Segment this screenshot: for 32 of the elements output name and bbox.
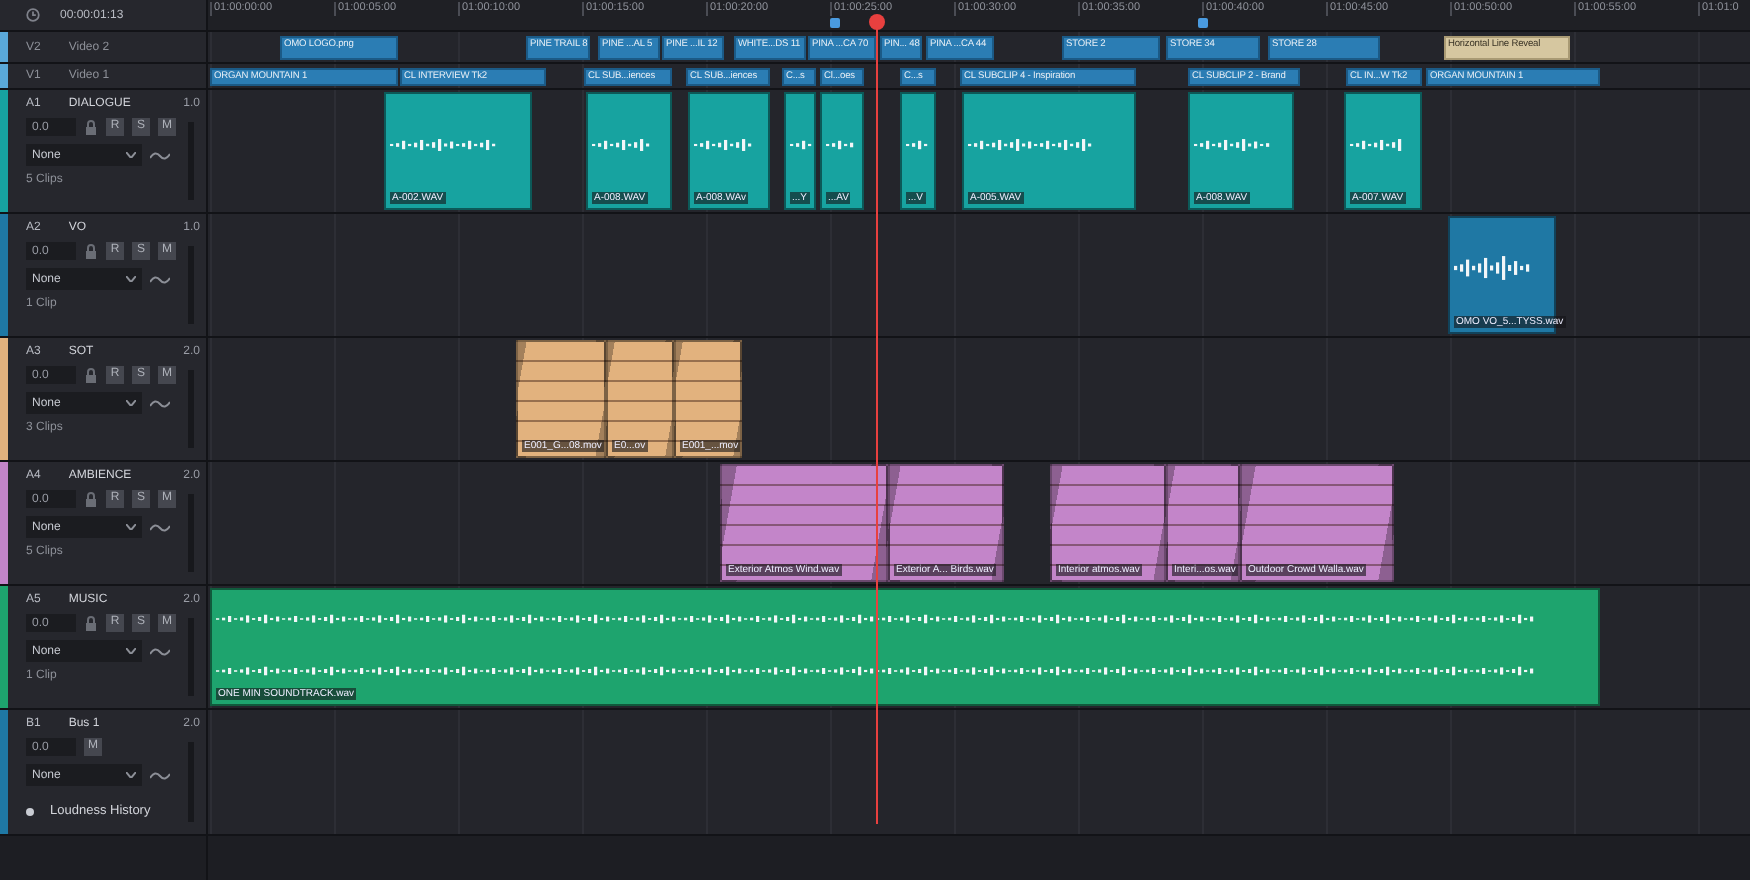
lock-icon[interactable] <box>84 367 98 383</box>
waveform-drawing <box>592 138 652 152</box>
caret-icon <box>126 400 136 406</box>
curve-icon[interactable] <box>150 397 170 409</box>
curve-icon[interactable] <box>150 273 170 285</box>
curve-icon[interactable] <box>150 645 170 657</box>
lock-icon[interactable] <box>84 119 98 135</box>
waveform-drawing <box>694 138 754 152</box>
waveform-drawing <box>968 138 1094 152</box>
waveform-drawing <box>390 138 498 152</box>
dot-icon <box>26 807 34 815</box>
waveform-drawing <box>826 138 856 152</box>
caret-icon <box>126 276 136 282</box>
lock-icon[interactable] <box>84 615 98 631</box>
waveform-drawing <box>1194 138 1272 152</box>
waveform-drawing <box>1350 138 1404 152</box>
lock-icon[interactable] <box>84 491 98 507</box>
caret-icon <box>126 772 136 778</box>
clock-icon <box>26 8 40 22</box>
marker-icon[interactable] <box>1198 18 1208 28</box>
lock-icon[interactable] <box>84 243 98 259</box>
curve-icon[interactable] <box>150 149 170 161</box>
waveform-drawing <box>906 138 930 152</box>
caret-icon <box>126 648 136 654</box>
waveform-drawing <box>790 138 814 152</box>
curve-icon[interactable] <box>150 521 170 533</box>
playhead[interactable] <box>868 14 886 824</box>
curve-icon[interactable] <box>150 769 170 781</box>
caret-icon <box>126 524 136 530</box>
caret-icon <box>126 152 136 158</box>
marker-icon[interactable] <box>830 18 840 28</box>
waveform-drawing <box>1454 254 1532 282</box>
